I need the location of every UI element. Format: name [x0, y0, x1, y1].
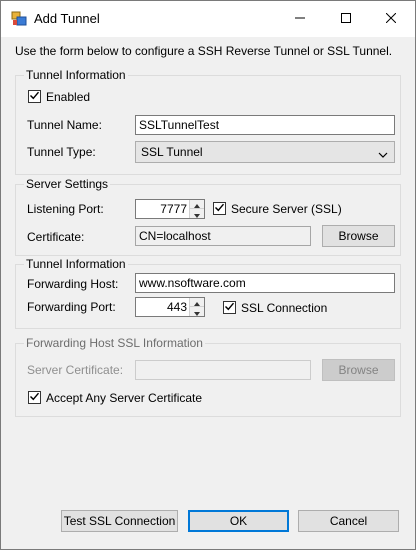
checkmark-icon — [214, 202, 225, 216]
spin-buttons — [189, 298, 204, 316]
accept-any-cert-label: Accept Any Server Certificate — [46, 391, 203, 405]
cancel-button[interactable]: Cancel — [298, 510, 399, 532]
secure-server-label: Secure Server (SSL) — [231, 202, 342, 216]
ssl-connection-label: SSL Connection — [241, 301, 328, 315]
app-window-icon — [11, 11, 27, 27]
certificate-label: Certificate: — [27, 230, 85, 244]
tunnel-type-label: Tunnel Type: — [27, 145, 96, 159]
maximize-button[interactable] — [323, 1, 369, 37]
enabled-checkbox[interactable] — [28, 90, 41, 103]
group-title: Tunnel Information — [24, 257, 128, 271]
close-icon — [385, 12, 397, 26]
listening-port-label: Listening Port: — [27, 202, 104, 216]
title-bar: Add Tunnel — [1, 1, 415, 37]
checkmark-icon — [29, 90, 40, 104]
ok-button[interactable]: OK — [188, 510, 289, 532]
forwarding-port-stepper[interactable]: 443 — [135, 297, 205, 317]
group-title: Forwarding Host SSL Information — [24, 336, 205, 350]
forwarding-port-value: 443 — [166, 300, 187, 314]
tunnel-name-label: Tunnel Name: — [27, 118, 102, 132]
forwarding-host-input[interactable]: www.nsoftware.com — [135, 273, 395, 293]
window-title: Add Tunnel — [34, 11, 100, 26]
minimize-button[interactable] — [277, 1, 323, 37]
forwarding-host-label: Forwarding Host: — [27, 277, 119, 291]
minimize-icon — [295, 12, 305, 26]
secure-server-checkbox[interactable] — [213, 202, 226, 215]
group-title: Server Settings — [24, 177, 111, 191]
listening-port-stepper[interactable]: 7777 — [135, 199, 205, 219]
checkmark-icon — [29, 391, 40, 405]
test-ssl-connection-button[interactable]: Test SSL Connection — [61, 510, 178, 532]
server-certificate-label: Server Certificate: — [27, 363, 124, 377]
checkmark-icon — [224, 301, 235, 315]
chevron-down-icon — [378, 148, 388, 162]
intro-text: Use the form below to configure a SSH Re… — [15, 44, 393, 58]
spin-down-button[interactable] — [190, 209, 204, 218]
server-certificate-field — [135, 360, 311, 380]
maximize-icon — [341, 12, 351, 26]
group-title: Tunnel Information — [24, 68, 128, 82]
server-certificate-browse-button: Browse — [322, 359, 395, 381]
certificate-browse-button[interactable]: Browse — [322, 225, 395, 247]
listening-port-value: 7777 — [160, 202, 187, 216]
tunnel-type-select[interactable]: SSL Tunnel — [135, 141, 395, 163]
spin-down-button[interactable] — [190, 307, 204, 316]
close-button[interactable] — [368, 1, 414, 37]
tunnel-type-value: SSL Tunnel — [141, 145, 203, 159]
spin-down-icon — [194, 207, 200, 221]
certificate-field: CN=localhost — [135, 226, 311, 246]
enabled-label: Enabled — [46, 90, 91, 104]
spin-buttons — [189, 200, 204, 218]
forwarding-port-label: Forwarding Port: — [27, 300, 116, 314]
tunnel-name-input[interactable]: SSLTunnelTest — [135, 115, 395, 135]
spin-down-icon — [194, 305, 200, 319]
accept-any-cert-checkbox[interactable] — [28, 391, 41, 404]
ssl-connection-checkbox[interactable] — [223, 301, 236, 314]
add-tunnel-dialog: Add Tunnel Use the form below to configu… — [0, 0, 416, 550]
